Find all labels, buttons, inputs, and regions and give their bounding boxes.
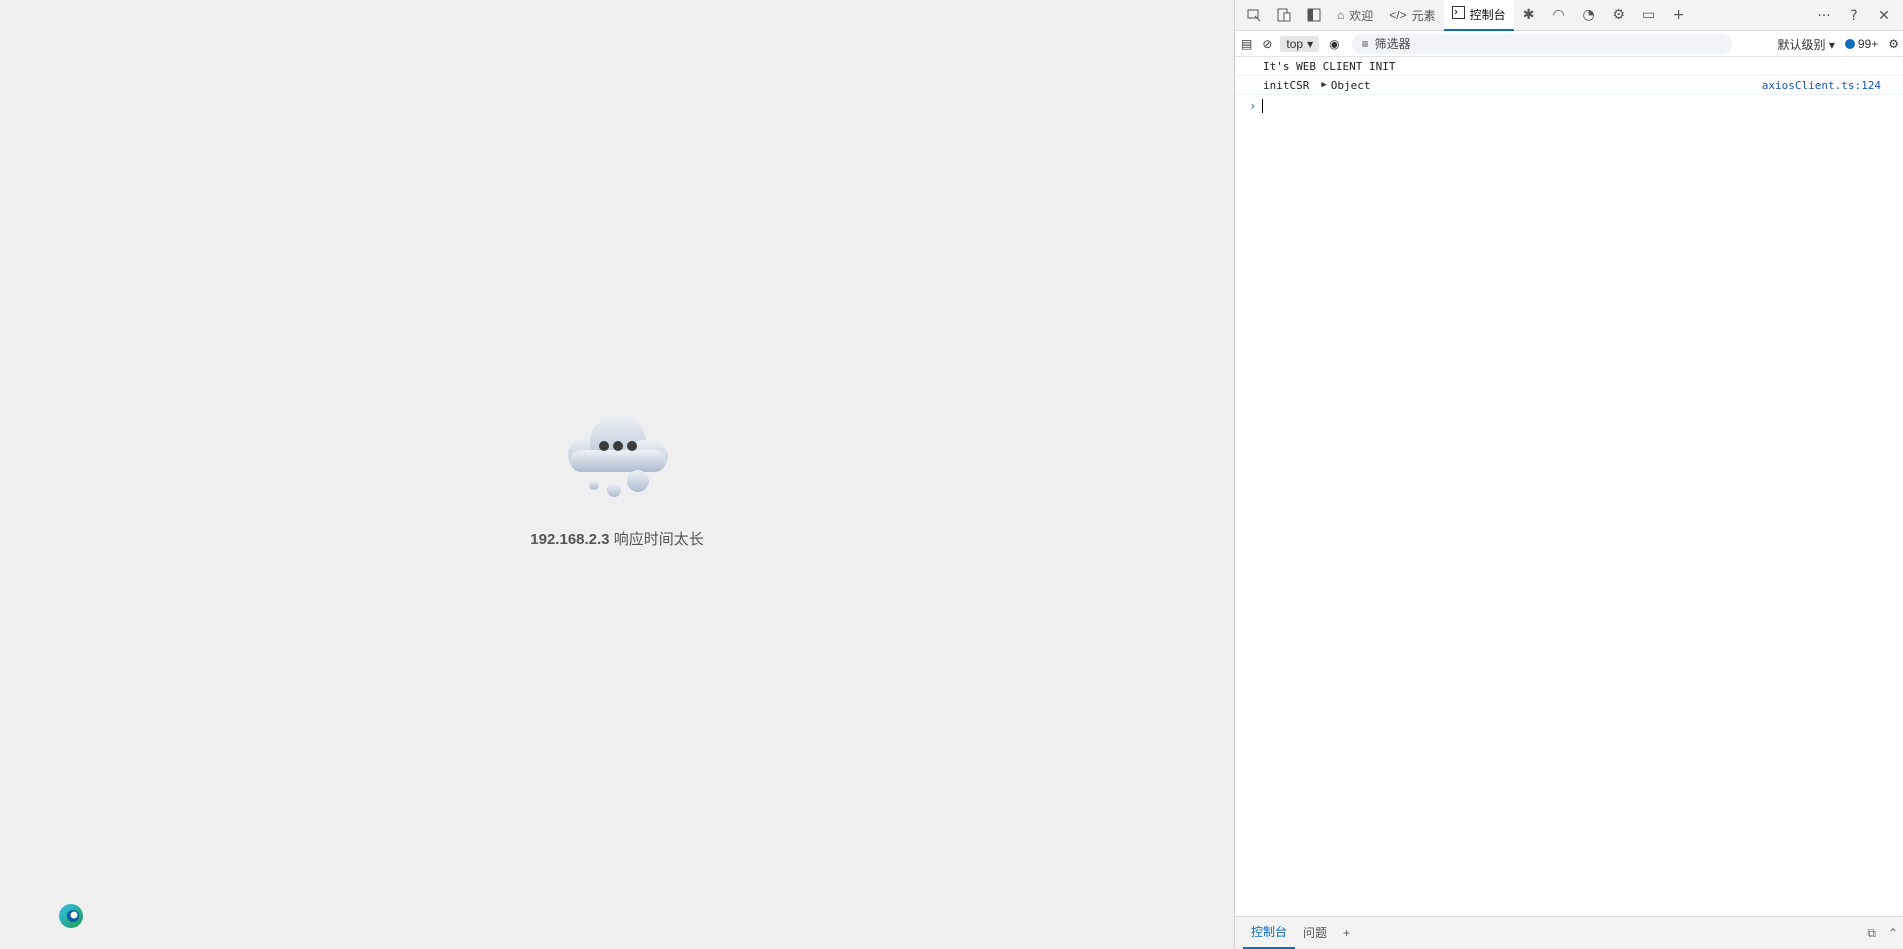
- drawer-tabbar: 控制台 问题 + ⧉ ⌃: [1235, 916, 1903, 949]
- application-icon[interactable]: ▭: [1634, 0, 1664, 30]
- error-text: 响应时间太长: [609, 531, 704, 548]
- chevron-down-icon: ▾: [1307, 36, 1314, 51]
- collapse-drawer-icon[interactable]: ⌃: [1888, 926, 1898, 940]
- edge-logo: [59, 904, 83, 928]
- context-select-value: top: [1286, 36, 1304, 51]
- cloud-loading-icon: [568, 414, 668, 497]
- dock-side-icon[interactable]: [1299, 0, 1329, 30]
- toolbar-right: 默认级别 ▾ 99+ ⚙: [1778, 31, 1900, 57]
- wifi-icon[interactable]: ◠: [1544, 0, 1574, 30]
- live-expression-icon[interactable]: ◉: [1329, 37, 1339, 51]
- more-icon[interactable]: ···: [1809, 1, 1839, 31]
- performance-icon[interactable]: ◔: [1574, 0, 1604, 30]
- console-settings-icon[interactable]: ⚙: [1888, 37, 1899, 51]
- expand-triangle-icon[interactable]: ▶: [1321, 80, 1326, 90]
- drawer-tab-issues-label: 问题: [1303, 926, 1328, 940]
- dock-drawer-icon[interactable]: ⧉: [1867, 926, 1876, 941]
- console-object[interactable]: Object: [1331, 79, 1371, 92]
- close-icon[interactable]: ✕: [1869, 1, 1899, 31]
- console-prompt[interactable]: ›: [1235, 95, 1903, 117]
- add-tab-icon[interactable]: +: [1664, 0, 1694, 30]
- bug-icon[interactable]: ✱: [1514, 0, 1544, 30]
- drawer-tab-console-label: 控制台: [1251, 925, 1288, 939]
- code-icon: </>: [1389, 8, 1407, 22]
- log-level-label: 默认级别: [1777, 37, 1826, 52]
- browser-viewport: 192.168.2.3 响应时间太长: [0, 0, 1234, 948]
- error-host: 192.168.2.3: [530, 531, 610, 548]
- log-level-select[interactable]: 默认级别 ▾: [1778, 36, 1835, 53]
- clear-console-icon[interactable]: ⊘: [1262, 37, 1272, 51]
- tab-welcome[interactable]: ⌂ 欢迎: [1329, 0, 1381, 31]
- device-emulation-icon[interactable]: [1269, 0, 1299, 30]
- issues-count: 99+: [1857, 37, 1879, 51]
- context-select[interactable]: top ▾: [1280, 35, 1320, 52]
- tab-console[interactable]: 控制台: [1443, 0, 1514, 31]
- home-icon: ⌂: [1337, 8, 1345, 22]
- help-icon[interactable]: ?: [1839, 1, 1869, 31]
- console-message-label: initCSR: [1263, 78, 1310, 92]
- filter-input[interactable]: ≡ 筛选器: [1351, 33, 1732, 54]
- message-icon: [1844, 39, 1855, 49]
- drawer-right: ⧉ ⌃: [1867, 917, 1898, 949]
- tab-welcome-label: 欢迎: [1349, 8, 1374, 23]
- console-message: initCSR ▶ Object axiosClient.ts:124: [1235, 76, 1903, 95]
- issues-badge[interactable]: 99+: [1844, 37, 1879, 51]
- text-caret: [1262, 99, 1264, 113]
- filter-icon: ≡: [1361, 36, 1369, 51]
- error-message: 192.168.2.3 响应时间太长: [0, 528, 1234, 549]
- console-message-text: It's WEB CLIENT INIT: [1263, 59, 1396, 73]
- devtools-tabbar: ⌂ 欢迎 </> 元素 控制台 ✱ ◠ ◔ ⚙ ▭ + ··· ? ✕: [1235, 0, 1903, 31]
- devtools-panel: ⌂ 欢迎 </> 元素 控制台 ✱ ◠ ◔ ⚙ ▭ + ··· ? ✕ ▤ ⊘ …: [1234, 0, 1903, 949]
- prompt-chevron-icon: ›: [1249, 99, 1257, 113]
- drawer-add-tab-icon[interactable]: +: [1335, 917, 1358, 949]
- console-icon: [1451, 6, 1465, 22]
- cpu-icon[interactable]: ⚙: [1604, 0, 1634, 30]
- tabbar-right: ··· ? ✕: [1809, 0, 1899, 31]
- tab-elements[interactable]: </> 元素: [1381, 0, 1443, 31]
- console-source-link[interactable]: axiosClient.ts:124: [1762, 79, 1881, 92]
- console-output: It's WEB CLIENT INIT initCSR ▶ Object ax…: [1235, 57, 1903, 117]
- filter-placeholder: 筛选器: [1374, 37, 1411, 51]
- drawer-tab-issues[interactable]: 问题: [1295, 917, 1335, 949]
- console-toolbar: ▤ ⊘ top ▾ ◉ ≡ 筛选器 默认级别 ▾ 99+ ⚙: [1235, 31, 1903, 57]
- error-content: 192.168.2.3 响应时间太长: [0, 410, 1234, 549]
- drawer-tab-console[interactable]: 控制台: [1243, 917, 1296, 949]
- tab-elements-label: 元素: [1411, 8, 1436, 23]
- sidebar-toggle-icon[interactable]: ▤: [1241, 37, 1252, 51]
- inspect-icon[interactable]: [1239, 0, 1269, 30]
- console-message: It's WEB CLIENT INIT: [1235, 57, 1903, 76]
- tab-console-label: 控制台: [1469, 7, 1506, 22]
